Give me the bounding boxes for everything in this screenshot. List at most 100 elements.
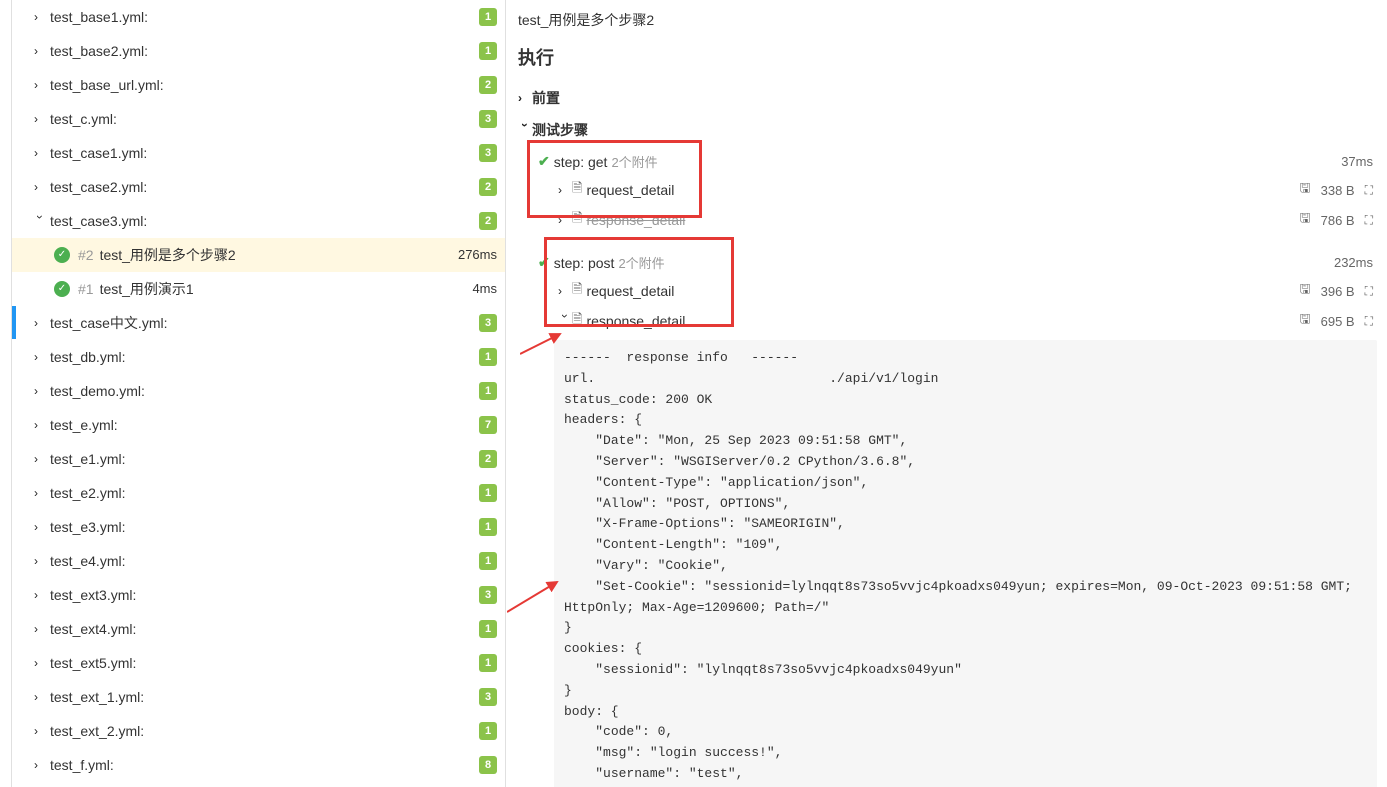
step-time: 232ms bbox=[1334, 255, 1373, 270]
execute-heading: 执行 bbox=[518, 44, 1377, 70]
tree-item[interactable]: ›test_ext5.yml:1 bbox=[12, 646, 505, 680]
check-icon: ✔ bbox=[538, 254, 550, 271]
attach-response-detail[interactable]: › 🗎 response_detail 🖫 786 B ⛶ bbox=[532, 205, 1377, 235]
tree-item[interactable]: ›test_db.yml:1 bbox=[12, 340, 505, 374]
tree-item[interactable]: ›test_ext_1.yml:3 bbox=[12, 680, 505, 714]
chevron-right-icon: › bbox=[34, 520, 46, 534]
tree-item[interactable]: ›test_e.yml:7 bbox=[12, 408, 505, 442]
section-steps[interactable]: › 测试步骤 bbox=[518, 114, 1377, 146]
tree-subitem[interactable]: ✓#2test_用例是多个步骤2276ms bbox=[12, 238, 505, 272]
tree-item[interactable]: ›test_base_url.yml:2 bbox=[12, 68, 505, 102]
chevron-right-icon: › bbox=[34, 180, 46, 194]
chevron-right-icon: › bbox=[34, 418, 46, 432]
chevron-right-icon: › bbox=[34, 588, 46, 602]
chevron-right-icon: › bbox=[34, 452, 46, 466]
chevron-right-icon: › bbox=[34, 112, 46, 126]
tree-item[interactable]: ›test_f.yml:8 bbox=[12, 748, 505, 782]
tree-item[interactable]: ›test_ext4.yml:1 bbox=[12, 612, 505, 646]
chevron-right-icon: › bbox=[34, 78, 46, 92]
main-panel: test_用例是多个步骤2 执行 › 前置 › 测试步骤 ✔ step: get… bbox=[506, 0, 1387, 787]
count-badge: 1 bbox=[479, 382, 497, 400]
save-icon[interactable]: 🖫 bbox=[1300, 179, 1311, 201]
check-icon: ✔ bbox=[538, 153, 550, 170]
count-badge: 3 bbox=[479, 110, 497, 128]
chevron-right-icon: › bbox=[558, 183, 572, 197]
chevron-right-icon: › bbox=[518, 91, 532, 105]
save-icon[interactable]: 🖫 bbox=[1300, 310, 1311, 332]
count-badge: 1 bbox=[479, 348, 497, 366]
response-detail-content: ------ response info ------ url. ./api/v… bbox=[554, 340, 1377, 787]
time-label: 276ms bbox=[458, 247, 497, 262]
chevron-right-icon: › bbox=[558, 213, 572, 227]
section-before[interactable]: › 前置 bbox=[518, 82, 1377, 114]
tree-item[interactable]: ›test_case中文.yml:3 bbox=[12, 306, 505, 340]
breadcrumb: test_用例是多个步骤2 bbox=[518, 8, 1377, 40]
chevron-down-icon: › bbox=[518, 123, 532, 137]
tree-item[interactable]: ›test_case2.yml:2 bbox=[12, 170, 505, 204]
chevron-right-icon: › bbox=[34, 656, 46, 670]
expand-icon[interactable]: ⛶ bbox=[1365, 314, 1373, 329]
tree-subitem[interactable]: ✓#1test_用例演示14ms bbox=[12, 272, 505, 306]
tree-item[interactable]: ›test_e2.yml:1 bbox=[12, 476, 505, 510]
tree-item[interactable]: ›test_e3.yml:1 bbox=[12, 510, 505, 544]
file-icon: 🗎 bbox=[572, 179, 582, 201]
tree-item[interactable]: ›test_case3.yml:2 bbox=[12, 204, 505, 238]
tree-item[interactable]: ›test_ext_2.yml:1 bbox=[12, 714, 505, 748]
chevron-down-icon: › bbox=[33, 215, 47, 227]
count-badge: 1 bbox=[479, 620, 497, 638]
expand-icon[interactable]: ⛶ bbox=[1365, 183, 1373, 198]
count-badge: 1 bbox=[479, 484, 497, 502]
file-icon: 🗎 bbox=[572, 310, 582, 332]
count-badge: 1 bbox=[479, 42, 497, 60]
count-badge: 2 bbox=[479, 212, 497, 230]
step-header[interactable]: ✔ step: get 2个附件 37ms bbox=[532, 148, 1377, 175]
file-icon: 🗎 bbox=[572, 209, 582, 231]
chevron-right-icon: › bbox=[34, 146, 46, 160]
tree-item[interactable]: ›test_base2.yml:1 bbox=[12, 34, 505, 68]
tree-item[interactable]: ›test_ext3.yml:3 bbox=[12, 578, 505, 612]
count-badge: 2 bbox=[479, 450, 497, 468]
expand-icon[interactable]: ⛶ bbox=[1365, 284, 1373, 299]
chevron-down-icon: › bbox=[558, 314, 572, 328]
count-badge: 3 bbox=[479, 144, 497, 162]
chevron-right-icon: › bbox=[34, 724, 46, 738]
check-icon: ✓ bbox=[54, 281, 70, 297]
tree-item[interactable]: ›test_e1.yml:2 bbox=[12, 442, 505, 476]
tree-item[interactable]: ›test_case1.yml:3 bbox=[12, 136, 505, 170]
chevron-right-icon: › bbox=[34, 758, 46, 772]
step-post: ✔ step: post 2个附件 232ms › 🗎 request_deta… bbox=[532, 247, 1377, 787]
file-icon: 🗎 bbox=[572, 280, 582, 302]
save-icon[interactable]: 🖫 bbox=[1300, 209, 1311, 231]
chevron-right-icon: › bbox=[34, 486, 46, 500]
tree-item[interactable]: ›test_f2.yml:10 bbox=[12, 782, 505, 787]
step-get: ✔ step: get 2个附件 37ms › 🗎 request_detail… bbox=[532, 146, 1377, 237]
chevron-right-icon: › bbox=[34, 554, 46, 568]
chevron-right-icon: › bbox=[34, 690, 46, 704]
step-header[interactable]: ✔ step: post 2个附件 232ms bbox=[532, 249, 1377, 276]
attach-request-detail[interactable]: › 🗎 request_detail 🖫 396 B ⛶ bbox=[532, 276, 1377, 306]
check-icon: ✓ bbox=[54, 247, 70, 263]
chevron-right-icon: › bbox=[34, 44, 46, 58]
tree-item[interactable]: ›test_base1.yml:1 bbox=[12, 0, 505, 34]
expand-icon[interactable]: ⛶ bbox=[1365, 213, 1373, 228]
count-badge: 2 bbox=[479, 76, 497, 94]
count-badge: 1 bbox=[479, 654, 497, 672]
left-rail bbox=[0, 0, 12, 787]
count-badge: 1 bbox=[479, 8, 497, 26]
tree-item[interactable]: ›test_demo.yml:1 bbox=[12, 374, 505, 408]
tree-item[interactable]: ›test_e4.yml:1 bbox=[12, 544, 505, 578]
count-badge: 7 bbox=[479, 416, 497, 434]
save-icon[interactable]: 🖫 bbox=[1300, 280, 1311, 302]
attach-request-detail[interactable]: › 🗎 request_detail 🖫 338 B ⛶ bbox=[532, 175, 1377, 205]
chevron-right-icon: › bbox=[34, 622, 46, 636]
sidebar[interactable]: ›test_base1.yml:1›test_base2.yml:1›test_… bbox=[12, 0, 506, 787]
count-badge: 1 bbox=[479, 722, 497, 740]
time-label: 4ms bbox=[472, 281, 497, 296]
count-badge: 3 bbox=[479, 314, 497, 332]
chevron-right-icon: › bbox=[34, 350, 46, 364]
tree-item[interactable]: ›test_c.yml:3 bbox=[12, 102, 505, 136]
chevron-right-icon: › bbox=[34, 316, 46, 330]
attach-response-detail-expanded[interactable]: › 🗎 response_detail 🖫 695 B ⛶ bbox=[532, 306, 1377, 336]
count-badge: 2 bbox=[479, 178, 497, 196]
chevron-right-icon: › bbox=[34, 10, 46, 24]
